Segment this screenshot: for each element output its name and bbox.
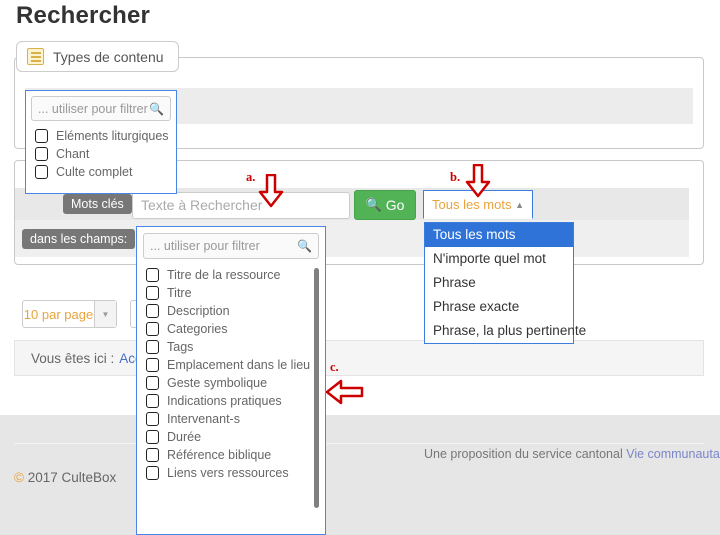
fields-option-item-label: Geste symbolique <box>167 376 268 390</box>
chevron-down-icon[interactable]: ▼ <box>94 301 116 327</box>
annotation-arrow-b-down <box>465 164 491 198</box>
match-mode-selected-label: Tous les mots <box>432 197 512 212</box>
annotation-label-a: a. <box>246 170 256 184</box>
keywords-label: Mots clés <box>63 194 132 214</box>
fields-option-item-label: Categories <box>167 322 228 336</box>
fields-option-item-label: Référence biblique <box>167 448 272 462</box>
checkbox-icon[interactable] <box>146 430 159 444</box>
types-option-item[interactable]: Culte complet <box>26 163 176 181</box>
match-mode-option-list[interactable]: Tous les mots N'importe quel mot Phrase Phr… <box>424 222 586 344</box>
fields-option-item-label: Titre <box>167 286 192 300</box>
go-search-button[interactable]: 🔍 Go <box>354 190 416 220</box>
match-mode-option[interactable]: N'importe quel mot <box>425 247 573 271</box>
match-mode-option[interactable]: Phrase <box>425 271 573 295</box>
fields-option-item-label: Intervenant-s <box>167 412 240 426</box>
copyright-symbol: © <box>14 470 24 485</box>
annotation-arrow-a-down <box>258 174 284 208</box>
fields-filter-input[interactable]: ... utiliser pour filtrer 🔍 <box>143 233 319 259</box>
checkbox-icon[interactable] <box>35 129 48 143</box>
fields-option-item[interactable]: Intervenant-s <box>137 410 325 428</box>
chevron-up-icon: ▲ <box>515 199 524 210</box>
fields-option-item-label: Description <box>167 304 230 318</box>
types-option-item[interactable]: Eléments liturgiques <box>26 127 176 145</box>
checkbox-icon[interactable] <box>146 376 159 390</box>
fields-option-item-label: Tags <box>167 340 194 354</box>
checkbox-icon[interactable] <box>146 322 159 336</box>
fields-label: dans les champs: <box>22 229 136 249</box>
fields-option-item-label: Emplacement dans le lieu <box>167 358 311 372</box>
search-page: Rechercher Types de contenu Mots clés da… <box>0 0 720 535</box>
page-title: Rechercher <box>16 2 151 29</box>
checkbox-icon[interactable] <box>146 466 159 480</box>
types-de-contenu-legend: Types de contenu <box>16 41 179 72</box>
breadcrumb: Vous êtes ici : Acc <box>14 340 704 376</box>
match-mode-option[interactable]: Phrase exacte <box>425 295 573 319</box>
checkbox-icon[interactable] <box>146 412 159 426</box>
footer-divider <box>14 443 704 444</box>
types-option-list[interactable]: Eléments liturgiques Chant Culte complet <box>26 125 176 185</box>
footer-credit-text: Une proposition du service cantonal <box>424 447 623 461</box>
search-icon: 🔍 <box>149 101 164 116</box>
fields-scroll-area: Titre de la ressource Titre Description Cat… <box>137 264 325 526</box>
fields-scrollbar[interactable] <box>314 268 319 508</box>
types-filter-input[interactable]: ... utiliser pour filtrer 🔍 <box>31 96 171 121</box>
fields-option-item[interactable]: Titre <box>137 284 325 302</box>
fields-option-item[interactable]: Geste symbolique <box>137 374 325 392</box>
checkbox-icon[interactable] <box>146 358 159 372</box>
checkbox-icon[interactable] <box>35 147 48 161</box>
fields-option-item-label: Titre de la ressource <box>167 268 281 282</box>
types-filter-placeholder: ... utiliser pour filtrer <box>38 101 148 116</box>
keyword-search-input[interactable]: Texte à Rechercher <box>132 192 350 219</box>
fields-option-item-label: Liens vers ressources <box>167 466 289 480</box>
types-option-item-label: Chant <box>56 147 90 161</box>
footer-credit-link[interactable]: Vie communautaire e <box>626 447 720 461</box>
fields-option-item-label: Indications pratiques <box>167 394 282 408</box>
footer-credit: Une proposition du service cantonal Vie … <box>424 447 720 461</box>
annotation-arrow-c-left <box>326 379 364 405</box>
fields-option-list[interactable]: Titre de la ressource Titre Description Cat… <box>137 264 325 486</box>
annotation-label-b: b. <box>450 170 461 184</box>
copyright-text: © 2017 CulteBox <box>14 470 116 485</box>
types-de-contenu-legend-label: Types de contenu <box>53 48 164 65</box>
checkbox-icon[interactable] <box>146 394 159 408</box>
annotation-label-c: c. <box>330 360 339 374</box>
checkbox-icon[interactable] <box>35 165 48 179</box>
fields-option-item[interactable]: Emplacement dans le lieu <box>137 356 325 374</box>
match-mode-option[interactable]: Tous les mots <box>425 223 573 247</box>
fields-filter-popup[interactable]: ... utiliser pour filtrer 🔍 Titre de la … <box>136 226 326 535</box>
breadcrumb-prefix: Vous êtes ici : <box>31 350 115 366</box>
go-button-label: Go <box>385 197 405 213</box>
match-mode-option[interactable]: Phrase, la plus pertinente <box>425 319 586 343</box>
fields-option-item[interactable]: Titre de la ressource <box>137 266 325 284</box>
search-icon: 🔍 <box>297 239 312 253</box>
types-option-item-label: Eléments liturgiques <box>56 129 169 143</box>
fields-filter-placeholder: ... utiliser pour filtrer <box>150 239 260 253</box>
fields-option-item[interactable]: Référence biblique <box>137 446 325 464</box>
fields-option-item[interactable]: Tags <box>137 338 325 356</box>
fields-option-item[interactable]: Liens vers ressources <box>137 464 325 482</box>
fields-option-item[interactable]: Durée <box>137 428 325 446</box>
checkbox-icon[interactable] <box>146 286 159 300</box>
search-icon: 🔍 <box>365 197 382 212</box>
fields-option-item[interactable]: Indications pratiques <box>137 392 325 410</box>
copyright-year-owner: 2017 CulteBox <box>27 470 117 485</box>
fields-option-item-label: Durée <box>167 430 202 444</box>
per-page-select[interactable]: 10 par page ▼ <box>22 300 117 328</box>
fields-option-item[interactable]: Description <box>137 302 325 320</box>
per-page-label: 10 par page <box>23 306 94 322</box>
checkbox-icon[interactable] <box>146 304 159 318</box>
checkbox-icon[interactable] <box>146 448 159 462</box>
types-filter-popup[interactable]: ... utiliser pour filtrer 🔍 Eléments lit… <box>25 90 177 194</box>
fields-option-item[interactable]: Categories <box>137 320 325 338</box>
document-lines-icon <box>27 48 44 65</box>
checkbox-icon[interactable] <box>146 268 159 282</box>
types-option-item-label: Culte complet <box>56 165 133 179</box>
checkbox-icon[interactable] <box>146 340 159 354</box>
types-option-item[interactable]: Chant <box>26 145 176 163</box>
